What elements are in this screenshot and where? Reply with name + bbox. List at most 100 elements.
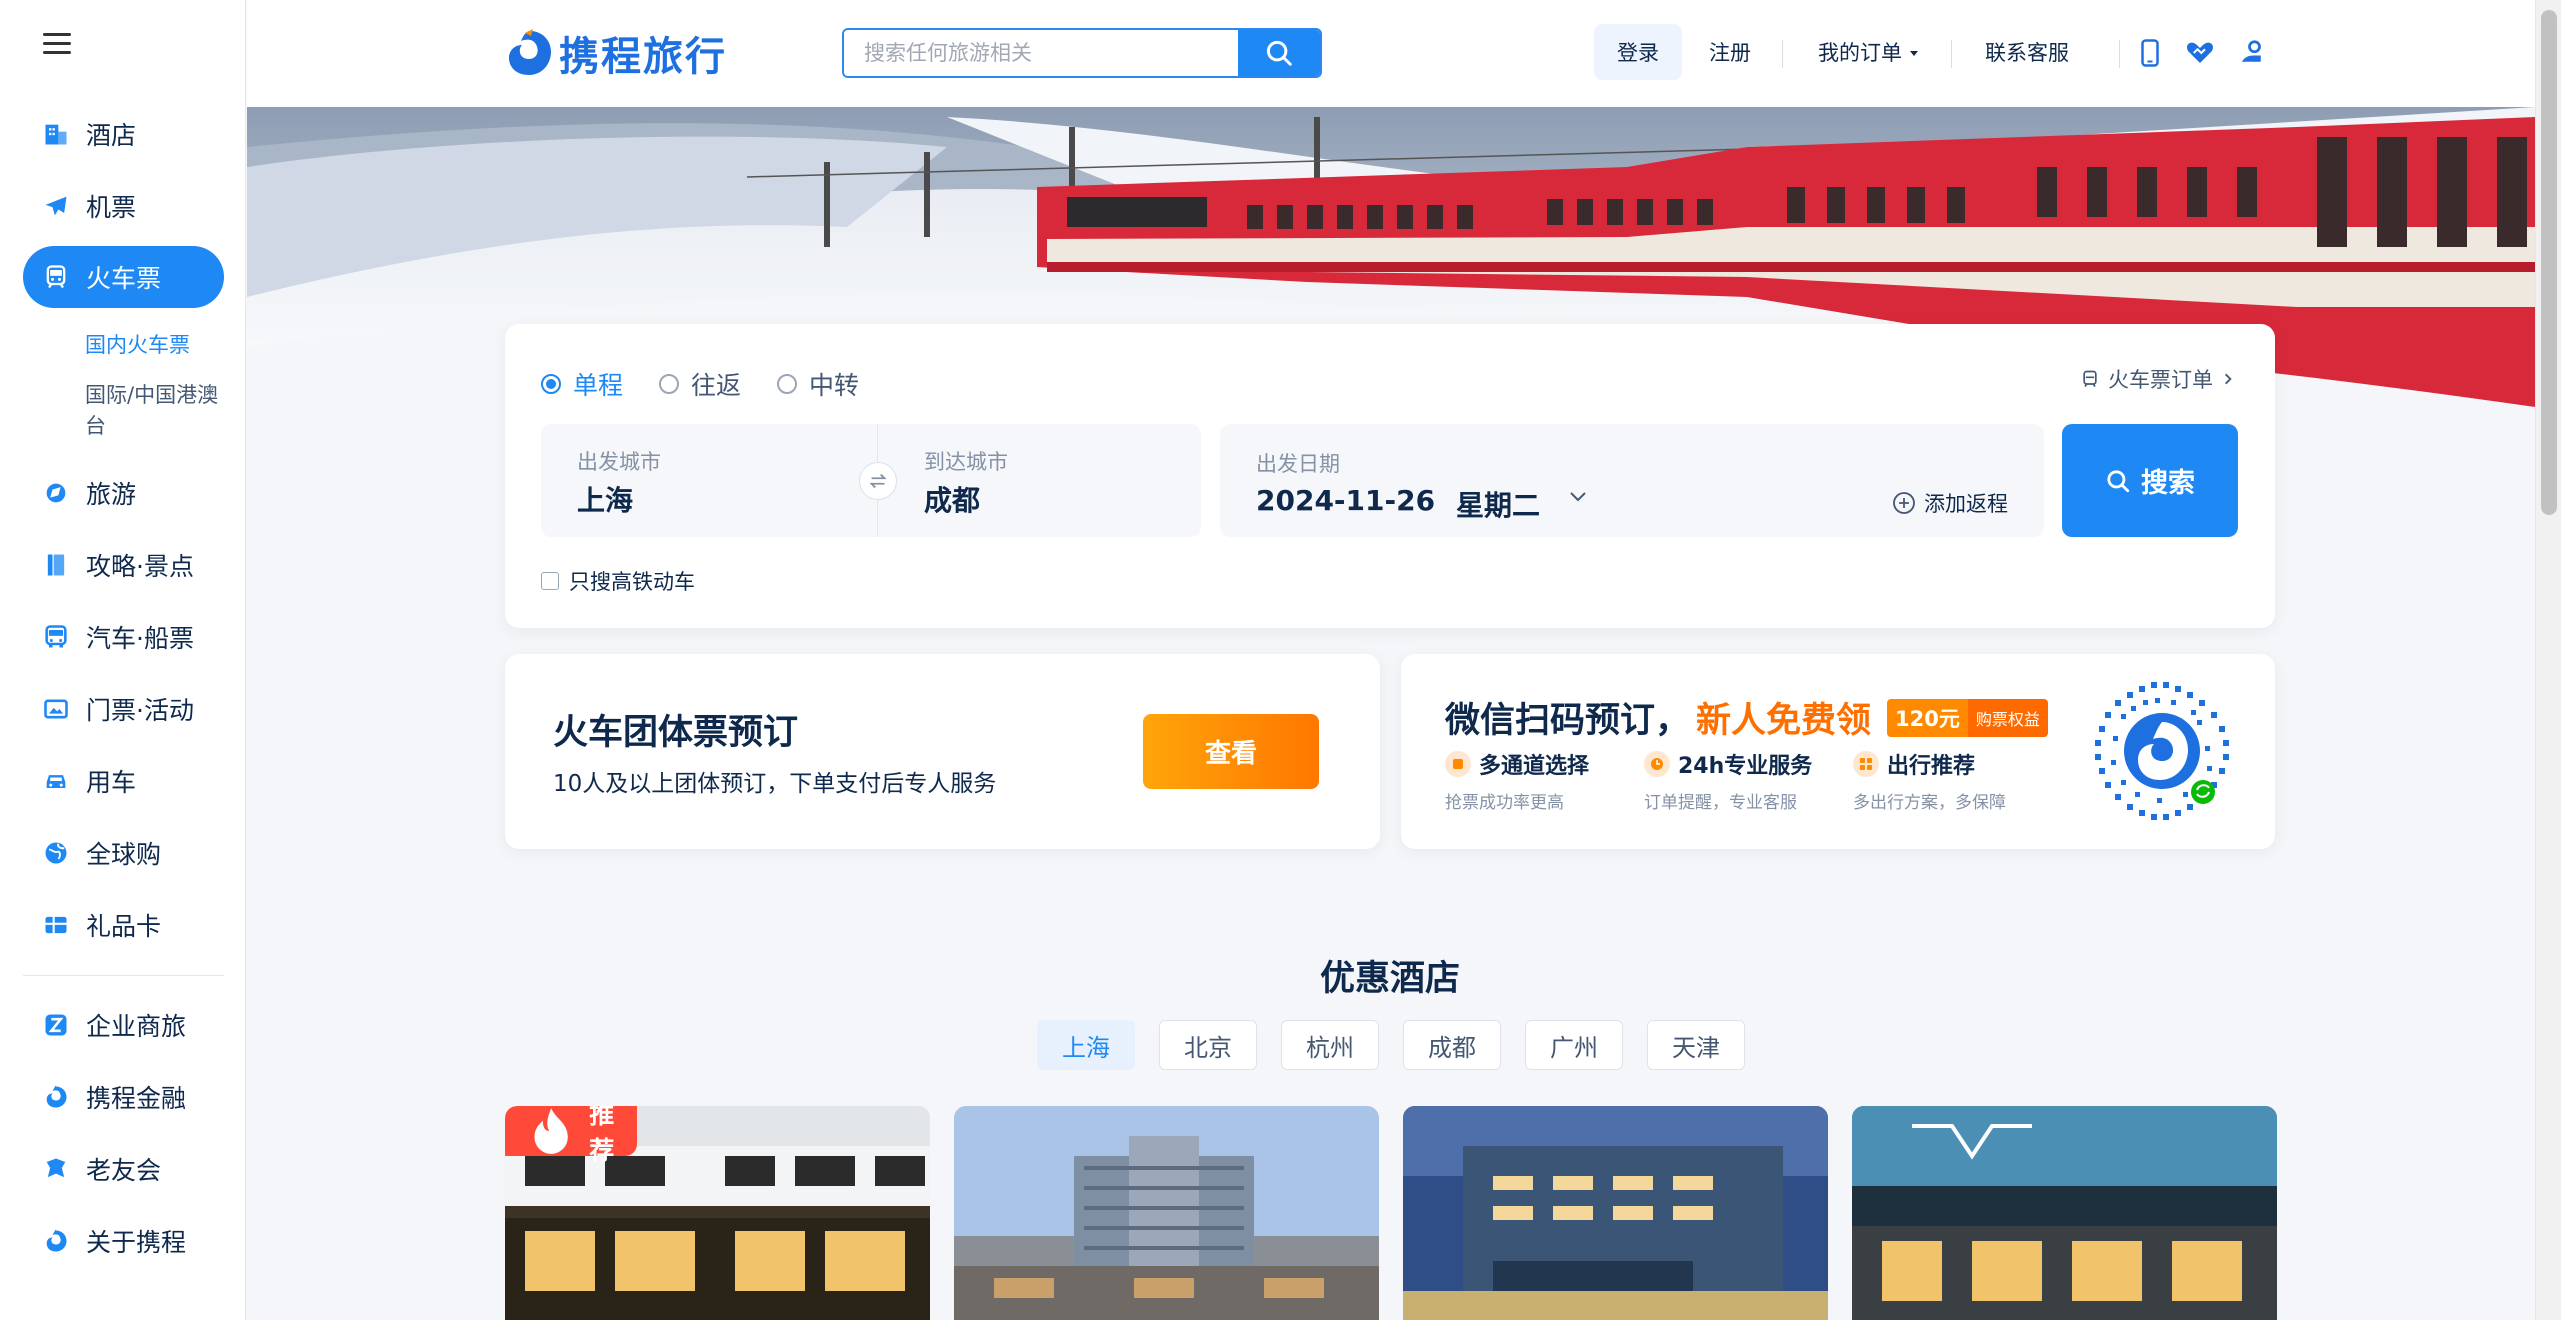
highspeed-only-checkbox[interactable]: 只搜高铁动车 [541,566,695,596]
sidebar-item-label: 汽车·船票 [86,624,194,653]
page-scrollbar[interactable] [2535,0,2561,1320]
wechat-miniprogram-qr-code [2092,681,2232,821]
trip-type-transfer[interactable]: 中转 [777,366,859,402]
sidebar-divider [23,975,224,976]
ctrip-logo[interactable]: 携程旅行 [505,24,727,82]
mobile-icon[interactable] [2135,38,2165,68]
trip-type-oneway[interactable]: 单程 [541,366,623,402]
train-search-button[interactable]: 搜索 [2062,424,2238,537]
sidebar-item-global-shop[interactable]: 全球购 [23,822,224,884]
date-value: 2024-11-26 [1256,484,1436,517]
car-icon [41,766,71,796]
global-search [842,28,1322,78]
feature-title: 24h专业服务 [1678,754,1813,779]
wechat-title-text: 微信扫码预订， [1445,701,1691,741]
gift-card-icon [41,910,71,940]
sidebar-item-car[interactable]: 用车 [23,750,224,812]
sidebar: 酒店 机票 火车票 国内火车票 国际/中国港澳 台 旅游 攻略·景点 汽车·船票… [0,0,246,1320]
sidebar-item-train[interactable]: 火车票 [23,246,224,308]
scrollbar-thumb[interactable] [2541,10,2557,515]
sidebar-sub-international-train-line2[interactable]: 台 [85,411,106,441]
ticket-icon [41,694,71,724]
heart-hands-icon[interactable] [2185,38,2215,68]
global-search-button[interactable] [1238,30,1320,76]
trip-type-group: 单程 往返 中转 [541,366,859,402]
sidebar-item-label: 关于携程 [86,1228,187,1257]
recommend-tag: 推荐 [505,1106,637,1165]
group-ticket-card: 火车团体票预订 10人及以上团体预订，下单支付后专人服务 查看 [505,654,1380,849]
departure-date-field[interactable]: 出发日期 2024-11-26 星期二 添加返程 [1220,424,2044,537]
from-city-field[interactable]: 出发城市 上海 [541,424,877,537]
city-tab-beijing[interactable]: 北京 [1159,1020,1257,1070]
sidebar-item-label: 酒店 [86,121,137,150]
benefit-badge: 120元 购票权益 [1887,698,2048,737]
globe-icon [41,838,71,868]
sidebar-item-ticket[interactable]: 门票·活动 [23,678,224,740]
feature-title: 出行推荐 [1887,754,1976,779]
sidebar-sub-international-train[interactable]: 国际/中国港澳 [85,380,218,410]
global-search-input[interactable] [844,30,1238,76]
trip-type-roundtrip[interactable]: 往返 [659,366,741,402]
customer-service-link[interactable]: 联系客服 [1985,33,2069,73]
wechat-promo-title: 微信扫码预订， 新人免费领 120元 购票权益 [1445,692,2048,743]
sidebar-item-guide[interactable]: 攻略·景点 [23,534,224,596]
about-icon [41,1226,71,1256]
sidebar-item-gift-card[interactable]: 礼品卡 [23,894,224,956]
city-tab-chengdu[interactable]: 成都 [1403,1020,1501,1070]
radio-selected-icon [541,374,561,394]
highspeed-only-label: 只搜高铁动车 [569,570,695,594]
swap-cities-button[interactable] [859,462,897,500]
guide-icon [41,550,71,580]
sidebar-item-about[interactable]: 关于携程 [23,1210,224,1272]
group-ticket-view-button[interactable]: 查看 [1143,714,1319,789]
search-icon [2107,469,2130,492]
header-divider [2119,40,2120,68]
train-icon [41,262,71,292]
channel-icon [1445,751,1471,777]
train-orders-label: 火车票订单 [2108,368,2213,392]
sidebar-item-tour[interactable]: 旅游 [23,462,224,524]
to-city-field[interactable]: 到达城市 成都 [878,424,1201,537]
register-link[interactable]: 注册 [1709,33,1751,73]
add-return-label: 添加返程 [1924,492,2008,516]
sidebar-item-label: 门票·活动 [86,696,194,725]
hotel-card[interactable] [954,1106,1379,1320]
sidebar-item-label: 用车 [86,768,137,797]
chevron-right-icon [2225,373,2232,385]
user-service-icon[interactable] [2237,38,2267,68]
sidebar-item-label: 火车票 [86,264,162,293]
plane-icon [41,191,71,221]
train-orders-link[interactable]: 火车票订单 [2080,364,2235,394]
city-tab-hangzhou[interactable]: 杭州 [1281,1020,1379,1070]
group-ticket-title: 火车团体票预订 [553,713,799,753]
radio-icon [777,374,798,394]
dolphin-logo-icon [509,29,551,75]
sidebar-item-hotel[interactable]: 酒店 [23,103,224,165]
add-return-button[interactable]: 添加返程 [1892,488,2008,518]
sidebar-item-label: 礼品卡 [86,912,162,941]
from-city-value: 上海 [577,484,634,517]
city-tab-guangzhou[interactable]: 广州 [1525,1020,1623,1070]
hotel-photo [1852,1106,2277,1320]
fire-icon [534,1108,568,1154]
sidebar-sub-domestic-train[interactable]: 国内火车票 [85,330,190,360]
sidebar-item-club[interactable]: 老友会 [23,1138,224,1200]
hotel-card[interactable]: 推荐 [505,1106,930,1320]
menu-icon[interactable] [43,33,71,55]
sidebar-item-finance[interactable]: 携程金融 [23,1066,224,1128]
sidebar-item-flight[interactable]: 机票 [23,175,224,237]
hotel-city-tabs: 上海 北京 杭州 成都 广州 天津 [1037,1020,1745,1070]
sidebar-item-business[interactable]: 企业商旅 [23,994,224,1056]
login-button[interactable]: 登录 [1594,24,1682,80]
sidebar-item-label: 企业商旅 [86,1012,187,1041]
sidebar-item-bus[interactable]: 汽车·船票 [23,606,224,668]
group-ticket-desc: 10人及以上团体预订，下单支付后专人服务 [553,771,997,797]
city-tab-tianjin[interactable]: 天津 [1647,1020,1745,1070]
feature-sub: 多出行方案，多保障 [1853,793,2006,813]
city-tab-shanghai[interactable]: 上海 [1037,1020,1135,1070]
my-orders-menu[interactable]: 我的订单 [1818,33,1920,73]
section-title-hotels: 优惠酒店 [1320,959,1461,999]
hotel-card[interactable] [1852,1106,2277,1320]
sidebar-item-label: 攻略·景点 [86,552,194,581]
hotel-card[interactable] [1403,1106,1828,1320]
